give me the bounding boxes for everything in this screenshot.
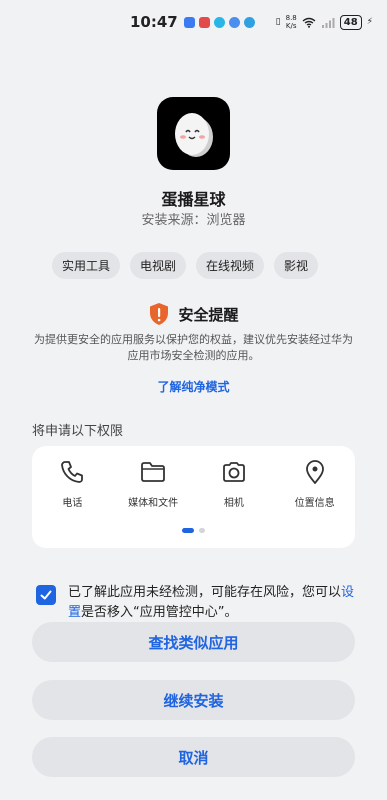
find-similar-apps-button[interactable]: 查找类似应用: [32, 622, 355, 662]
net-speed-unit: K/s: [285, 22, 297, 30]
security-description: 为提供更安全的应用服务以保护您的权益，建议优先安装经过华为应用市场安全检测的应用…: [34, 333, 353, 362]
app-notification-icon: [213, 16, 225, 28]
app-notification-icon: [243, 16, 255, 28]
permission-label: 媒体和文件: [128, 498, 179, 509]
network-speed: 8.8 K/s: [286, 14, 297, 30]
category-tag: 在线视频: [196, 252, 265, 279]
system-status-icons: ▯ 8.8 K/s 48 ⚡: [276, 14, 373, 30]
phone-icon: [61, 461, 84, 483]
status-bar: 10:47 ▯ 8.8 K/s 48 ⚡: [0, 0, 387, 44]
permissions-list: 电话 媒体和文件 相机 位置信息: [32, 458, 355, 509]
app-name: 蛋播星球: [161, 190, 226, 209]
battery-indicator: 48: [339, 14, 362, 30]
category-tag: 实用工具: [52, 252, 121, 279]
permission-location: 位置信息: [274, 458, 355, 509]
location-icon: [305, 460, 324, 484]
page-indicator: [32, 528, 355, 533]
permissions-heading: 将申请以下权限: [32, 424, 124, 439]
camera-icon: [222, 462, 245, 482]
permission-camera: 相机: [194, 458, 275, 509]
acknowledge-text-before: 已了解此应用未经检测，可能存在风险，您可以: [68, 585, 342, 600]
risk-acknowledgement: 已了解此应用未经检测，可能存在风险，您可以设置是否移入“应用管控中心”。: [36, 583, 356, 623]
app-notification-icon: [228, 16, 240, 28]
page-dot: [199, 528, 205, 533]
page-dot-active: [182, 528, 194, 533]
permissions-card[interactable]: 电话 媒体和文件 相机 位置信息: [32, 446, 355, 548]
status-time: 10:47: [130, 13, 178, 31]
security-title: 安全提醒: [178, 305, 239, 324]
permission-label: 相机: [223, 498, 244, 509]
acknowledge-text-after: 是否移入“应用管控中心”。: [81, 605, 238, 620]
folder-icon: [141, 462, 166, 482]
category-tag: 影视: [274, 252, 319, 279]
permission-phone: 电话: [32, 458, 113, 509]
checkmark-icon: [40, 590, 52, 600]
cancel-button[interactable]: 取消: [32, 737, 355, 777]
app-notification-icon: [198, 16, 210, 28]
app-notification-icon: [183, 16, 195, 28]
install-source: 安装来源：浏览器: [141, 213, 246, 228]
permission-label: 位置信息: [294, 498, 335, 509]
shield-warning-icon: [150, 303, 169, 325]
continue-install-button[interactable]: 继续安装: [32, 680, 355, 720]
notification-icons: [183, 16, 255, 28]
acknowledge-text: 已了解此应用未经检测，可能存在风险，您可以设置是否移入“应用管控中心”。: [68, 583, 356, 623]
net-speed-value: 8.8: [285, 14, 297, 22]
signal-icon: [321, 17, 335, 28]
category-tags: 实用工具 电视剧 在线视频 影视: [52, 252, 319, 279]
egg-mascot-icon: [174, 112, 213, 157]
charging-icon: ⚡: [366, 17, 373, 27]
app-icon: [157, 97, 230, 170]
wifi-icon: [302, 17, 316, 28]
permission-label: 电话: [62, 498, 83, 509]
learn-pure-mode-link[interactable]: 了解纯净模式: [0, 378, 387, 395]
permission-media-files: 媒体和文件: [113, 458, 194, 509]
vibrate-icon: ▯: [275, 17, 281, 27]
category-tag: 电视剧: [130, 252, 187, 279]
acknowledge-checkbox[interactable]: [36, 585, 56, 605]
security-header: 安全提醒: [0, 302, 387, 326]
